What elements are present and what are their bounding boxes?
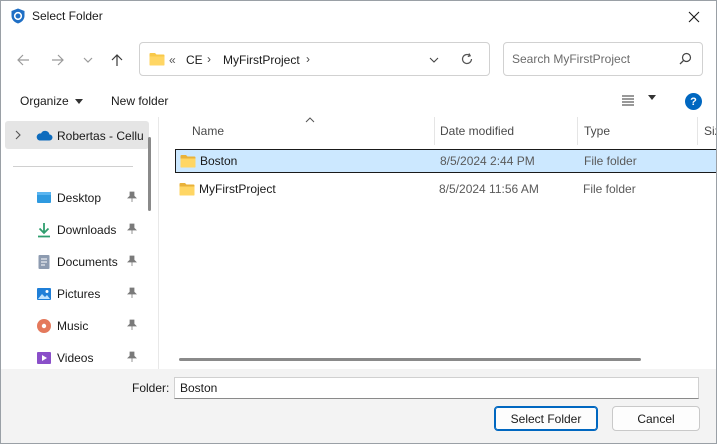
pictures-icon (37, 288, 51, 300)
pin-icon[interactable] (127, 319, 137, 331)
breadcrumb-myfirstproject[interactable]: MyFirstProject (223, 53, 300, 67)
organize-menu[interactable]: Organize (20, 94, 84, 108)
app-shield-icon (11, 8, 25, 24)
sidebar-item-label: Documents (57, 255, 118, 269)
back-button[interactable] (11, 48, 35, 72)
cancel-button[interactable]: Cancel (612, 406, 700, 431)
pin-icon[interactable] (127, 351, 137, 363)
recent-locations-button[interactable] (76, 48, 100, 72)
sidebar-item-downloads[interactable]: Downloads (1, 216, 149, 244)
address-bar[interactable]: « CE › MyFirstProject › (139, 42, 490, 76)
folder-icon (180, 155, 196, 168)
column-separator[interactable] (697, 117, 698, 145)
chevron-down-icon (83, 57, 93, 63)
folder-icon (179, 183, 195, 196)
close-button[interactable] (672, 1, 716, 32)
view-options-icon[interactable] (621, 93, 635, 107)
breadcrumb-overflow[interactable]: « (169, 53, 176, 67)
sidebar-item-documents[interactable]: Documents (1, 248, 149, 276)
file-type: File folder (583, 182, 636, 196)
file-type: File folder (584, 154, 637, 168)
search-box[interactable] (503, 42, 703, 76)
pin-icon[interactable] (127, 191, 137, 203)
navigation-row: « CE › MyFirstProject › (1, 32, 716, 86)
horizontal-scrollbar[interactable] (179, 358, 641, 361)
breadcrumb-separator[interactable]: › (207, 52, 211, 66)
column-header-date[interactable]: Date modified (440, 124, 514, 138)
sidebar-item-label: Videos (57, 351, 94, 365)
up-button[interactable] (105, 48, 129, 72)
desktop-icon (37, 192, 51, 203)
chevron-right-icon[interactable] (14, 130, 22, 140)
close-icon (688, 11, 700, 22)
select-folder-button[interactable]: Select Folder (494, 406, 598, 431)
caret-down-icon (75, 98, 84, 104)
pin-icon[interactable] (127, 255, 137, 267)
column-header-type[interactable]: Type (584, 124, 610, 138)
search-icon[interactable] (679, 52, 692, 65)
column-separator[interactable] (434, 117, 435, 145)
folder-name-field[interactable] (174, 377, 699, 399)
search-input[interactable] (512, 51, 672, 67)
table-row[interactable]: MyFirstProject 8/5/2024 11:56 AM File fo… (175, 178, 716, 202)
arrow-left-icon (17, 54, 29, 66)
file-name: MyFirstProject (199, 182, 276, 196)
sidebar-item-videos[interactable]: Videos (1, 344, 149, 369)
sidebar-item-music[interactable]: Music (1, 312, 149, 340)
navigation-pane: Robertas - Cellu Desktop Downloads Docum… (1, 117, 159, 369)
documents-icon (38, 255, 50, 269)
sidebar-item-label: Robertas - Cellu (57, 129, 144, 143)
chevron-down-icon[interactable] (428, 54, 440, 66)
arrow-right-icon (52, 54, 64, 66)
file-date: 8/5/2024 2:44 PM (440, 154, 535, 168)
caret-down-icon[interactable] (648, 95, 656, 101)
sort-ascending-icon (305, 117, 315, 123)
command-bar: Organize New folder ? (1, 86, 716, 117)
new-folder-button[interactable]: New folder (111, 94, 168, 108)
downloads-icon (38, 223, 50, 238)
sidebar-item-desktop[interactable]: Desktop (1, 184, 149, 212)
file-name: Boston (200, 154, 238, 168)
table-row[interactable]: Boston 8/5/2024 2:44 PM File folder (175, 149, 716, 173)
refresh-icon[interactable] (460, 52, 474, 66)
help-button[interactable]: ? (685, 93, 702, 110)
music-icon (37, 319, 51, 333)
column-header-size[interactable]: Siz (704, 124, 716, 138)
column-header-row: Name Date modified Type Siz (161, 117, 716, 145)
pin-icon[interactable] (127, 287, 137, 299)
onedrive-cloud-icon (36, 130, 53, 141)
file-list: Name Date modified Type Siz Boston 8/5/2… (161, 117, 716, 369)
sidebar-item-label: Desktop (57, 191, 102, 205)
videos-icon (37, 352, 51, 364)
divider (13, 166, 133, 167)
file-date: 8/5/2024 11:56 AM (439, 182, 539, 196)
dialog-footer: Folder: Select Folder Cancel (1, 369, 716, 443)
title-bar: Select Folder (1, 1, 716, 32)
pin-icon[interactable] (127, 223, 137, 235)
sidebar-item-pictures[interactable]: Pictures (1, 280, 149, 308)
breadcrumb-separator[interactable]: › (306, 52, 310, 66)
pane-divider (158, 117, 159, 369)
sidebar-item-label: Pictures (57, 287, 101, 301)
sidebar-item-label: Music (57, 319, 89, 333)
arrow-up-icon (111, 54, 123, 66)
column-header-name[interactable]: Name (192, 124, 224, 138)
window-title: Select Folder (32, 9, 103, 23)
forward-button[interactable] (46, 48, 70, 72)
sidebar-item-onedrive[interactable]: Robertas - Cellu (5, 121, 149, 149)
breadcrumb-ce[interactable]: CE (186, 53, 203, 67)
column-separator[interactable] (577, 117, 578, 145)
folder-icon (149, 53, 165, 66)
sidebar-item-label: Downloads (57, 223, 117, 237)
select-folder-dialog: Select Folder « CE › MyFirstProject › Se… (0, 0, 717, 444)
organize-label: Organize (20, 94, 69, 108)
folder-label: Folder: (132, 381, 170, 395)
